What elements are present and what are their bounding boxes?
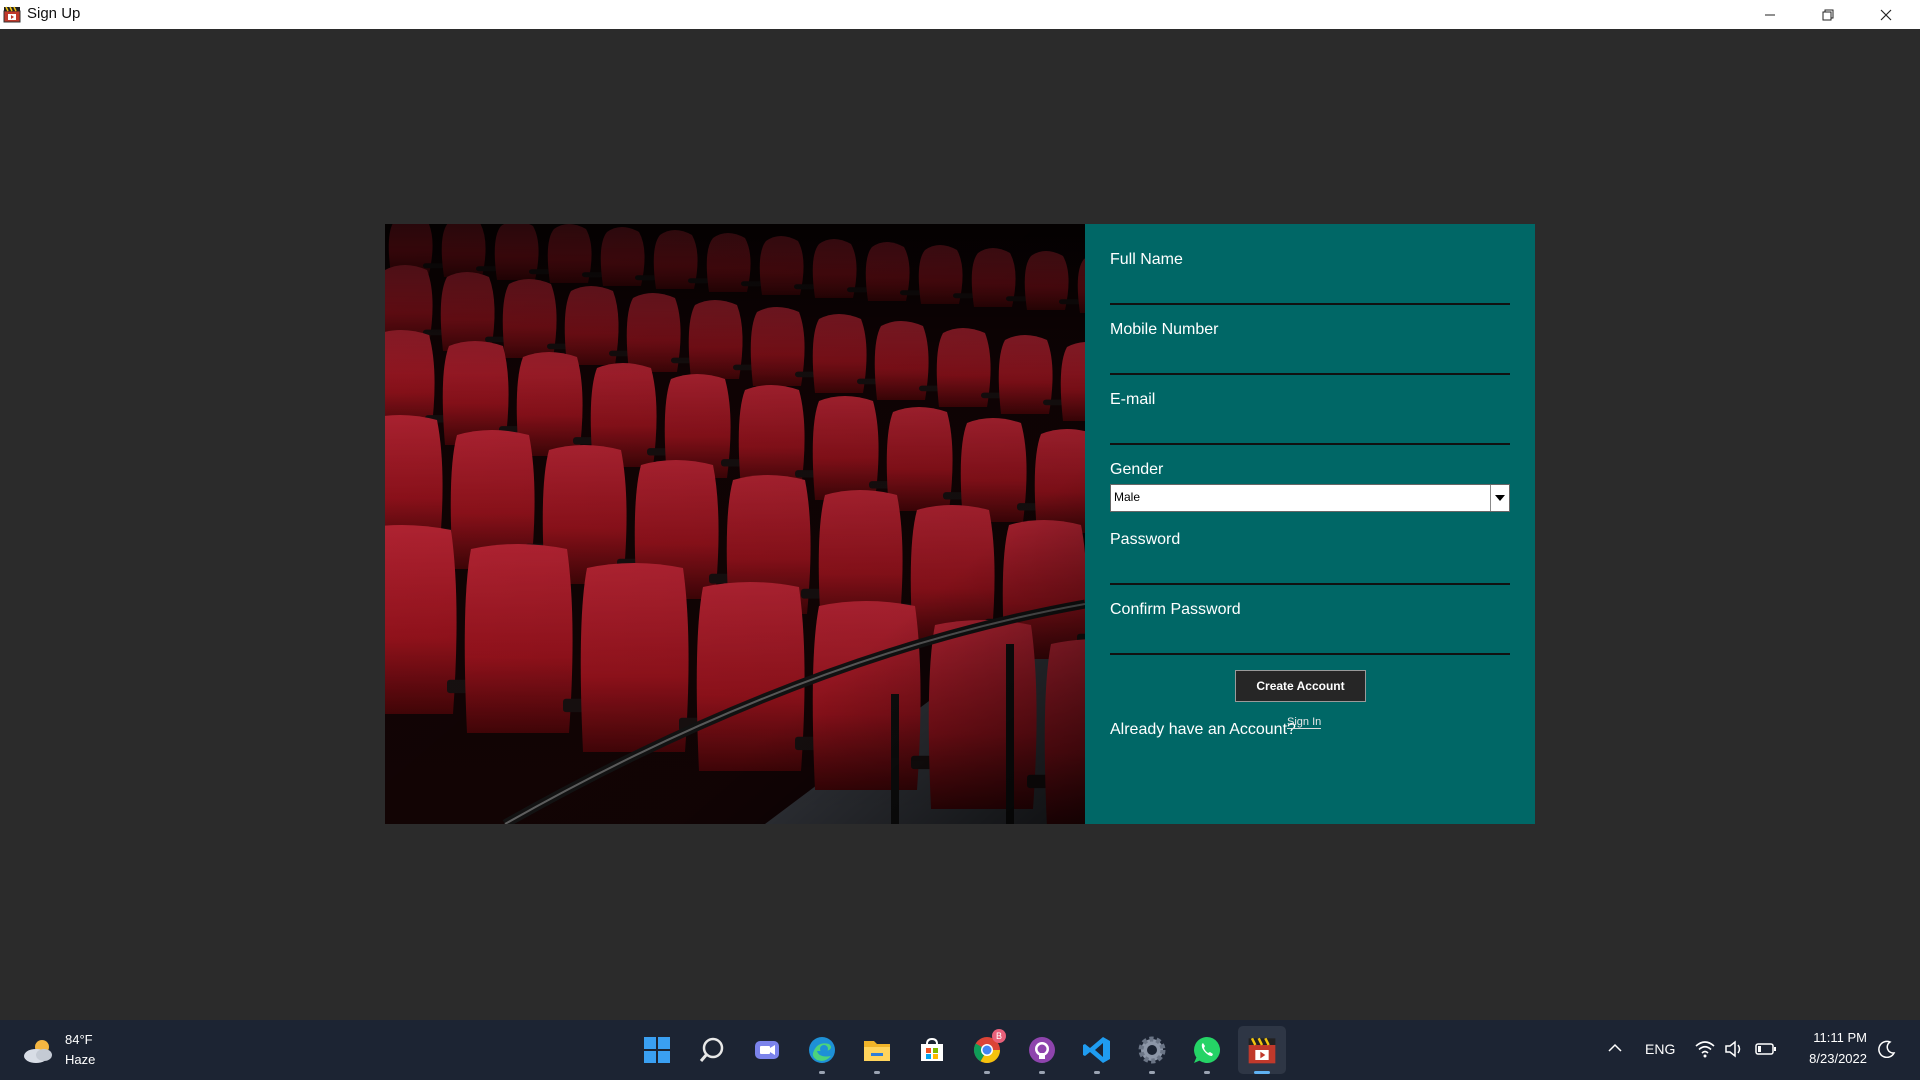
settings-button[interactable] xyxy=(1135,1033,1169,1074)
chrome-button[interactable]: B xyxy=(970,1029,1006,1074)
github-icon xyxy=(1029,1037,1055,1063)
minimize-icon xyxy=(1765,14,1775,15)
clock-time[interactable]: 11:11 PM xyxy=(1795,1030,1867,1045)
language-indicator[interactable]: ENG xyxy=(1645,1041,1675,1057)
password-label: Password xyxy=(1110,531,1181,548)
theater-seats-image xyxy=(385,224,1085,824)
movie-app-taskbar-button[interactable] xyxy=(1245,1033,1279,1067)
close-icon xyxy=(1880,9,1892,20)
wifi-icon[interactable] xyxy=(1695,1040,1715,1058)
window-title: Sign Up xyxy=(27,5,81,22)
github-desktop-button[interactable] xyxy=(1025,1033,1059,1074)
file-explorer-icon xyxy=(864,1041,890,1061)
running-indicator xyxy=(1039,1071,1045,1074)
running-indicator xyxy=(874,1071,880,1074)
taskbar: 84°F Haze B ENG 11:11 PM 8/23/2022 xyxy=(0,1020,1920,1080)
running-indicator xyxy=(984,1071,990,1074)
theater-seats-illustration xyxy=(385,224,1085,824)
volume-icon[interactable] xyxy=(1724,1040,1744,1058)
full-name-label: Full Name xyxy=(1110,251,1183,268)
gender-dropdown-button[interactable] xyxy=(1490,485,1509,511)
edge-icon xyxy=(809,1037,835,1063)
edge-button[interactable] xyxy=(805,1033,839,1074)
movie-app-icon xyxy=(1248,1037,1276,1064)
password-input[interactable] xyxy=(1110,561,1510,585)
running-indicator xyxy=(1149,1071,1155,1074)
show-hidden-icons-chevron-up-icon[interactable] xyxy=(1607,1042,1623,1054)
whatsapp-button[interactable] xyxy=(1190,1033,1224,1074)
weather-condition[interactable]: Haze xyxy=(65,1052,95,1067)
weather-temperature[interactable]: 84°F xyxy=(65,1032,93,1047)
chrome-notification-badge: B xyxy=(992,1029,1006,1043)
create-account-button[interactable]: Create Account xyxy=(1235,670,1366,702)
mobile-number-input[interactable] xyxy=(1110,351,1510,375)
restore-icon xyxy=(1822,9,1834,20)
file-explorer-button[interactable] xyxy=(860,1033,894,1074)
battery-icon[interactable] xyxy=(1755,1042,1777,1056)
already-have-account-text: Already have an Account? xyxy=(1110,721,1296,738)
search-icon xyxy=(699,1037,724,1062)
mobile-number-label: Mobile Number xyxy=(1110,321,1219,338)
email-label: E-mail xyxy=(1110,391,1156,408)
signup-card: Full Name Mobile Number E-mail Gender Ma… xyxy=(385,224,1535,824)
start-button[interactable] xyxy=(640,1033,674,1067)
start-icon xyxy=(644,1037,670,1063)
running-indicator xyxy=(819,1071,825,1074)
clock-date[interactable]: 8/23/2022 xyxy=(1785,1051,1867,1066)
vscode-button[interactable] xyxy=(1080,1033,1114,1074)
focus-assist-moon-icon[interactable] xyxy=(1878,1040,1896,1058)
store-button[interactable] xyxy=(915,1033,949,1067)
confirm-password-input[interactable] xyxy=(1110,631,1510,655)
weather-haze-icon xyxy=(24,1040,52,1063)
whatsapp-icon xyxy=(1194,1037,1221,1063)
title-bar: Sign Up xyxy=(0,0,1920,29)
store-icon xyxy=(921,1037,943,1061)
email-input[interactable] xyxy=(1110,421,1510,445)
restore-button[interactable] xyxy=(1799,0,1857,29)
sign-in-link[interactable]: Sign In xyxy=(1287,716,1322,729)
gender-label: Gender xyxy=(1110,461,1164,478)
teams-chat-icon xyxy=(755,1041,779,1059)
confirm-password-label: Confirm Password xyxy=(1110,601,1241,618)
gender-selected-value: Male xyxy=(1114,490,1141,504)
running-indicator xyxy=(1204,1071,1210,1074)
gender-select[interactable]: Male xyxy=(1110,484,1510,512)
active-app-indicator xyxy=(1254,1071,1270,1074)
full-name-input[interactable] xyxy=(1110,281,1510,305)
movie-app-icon xyxy=(3,6,21,23)
running-indicator xyxy=(1094,1071,1100,1074)
signup-form: Full Name Mobile Number E-mail Gender Ma… xyxy=(1085,224,1535,824)
vscode-icon xyxy=(1083,1037,1110,1063)
search-button[interactable] xyxy=(695,1033,729,1067)
close-button[interactable] xyxy=(1857,0,1915,29)
chevron-down-icon xyxy=(1495,495,1505,501)
settings-icon xyxy=(1138,1036,1166,1064)
teams-chat-button[interactable] xyxy=(750,1033,784,1067)
minimize-button[interactable] xyxy=(1741,0,1799,29)
